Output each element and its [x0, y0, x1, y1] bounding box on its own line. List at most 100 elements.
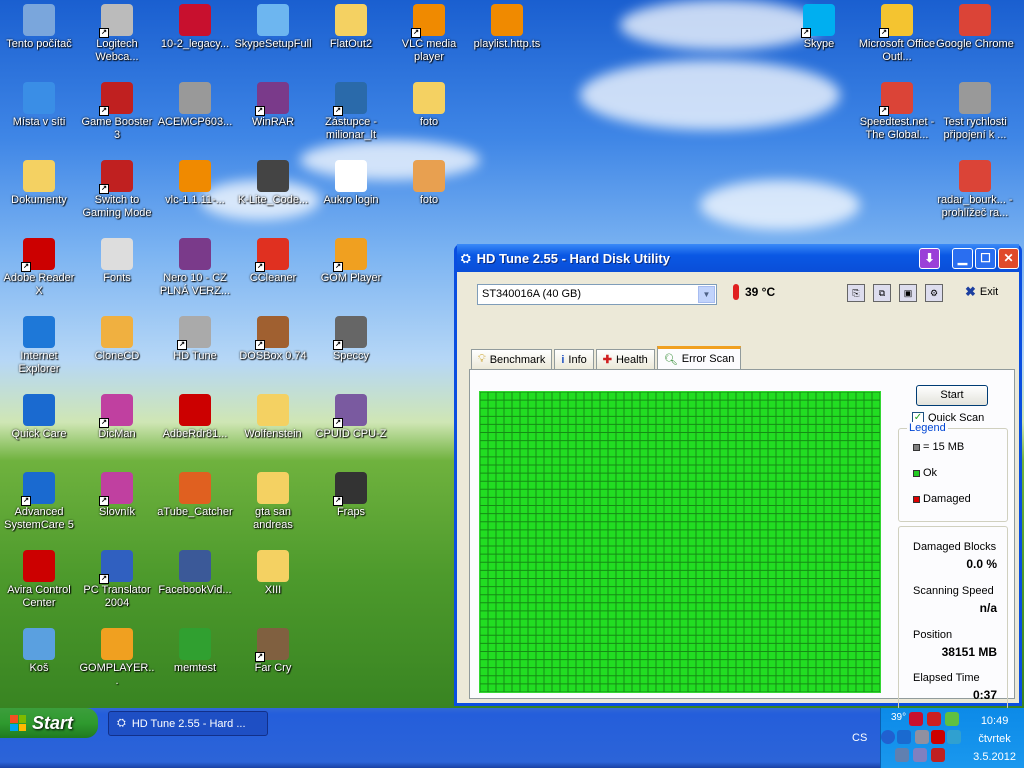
hdtune-app-icon: ⛭: [461, 250, 471, 265]
desktop-icon[interactable]: 10-2_legacy...: [156, 4, 234, 51]
avira-tray-icon[interactable]: [931, 730, 945, 744]
tab-info[interactable]: i Info: [554, 349, 594, 369]
desktop-icon[interactable]: vlc-1.1.11-...: [156, 160, 234, 207]
desktop-icon[interactable]: Google Chrome: [936, 4, 1014, 51]
chevron-down-icon[interactable]: ▼: [698, 286, 715, 303]
language-indicator[interactable]: CS: [852, 732, 867, 744]
desktop-icon[interactable]: memtest: [156, 628, 234, 675]
desktop-icon[interactable]: FlatOut2: [312, 4, 390, 51]
shortcut-arrow-icon: ↗: [333, 418, 343, 428]
desktop-icon[interactable]: Internet Explorer: [0, 316, 78, 376]
tab-health[interactable]: ✚ Health: [595, 349, 655, 369]
tab-benchmark[interactable]: 💡︎ Benchmark: [471, 349, 553, 369]
desktop-icon[interactable]: ↗ CCleaner: [234, 238, 312, 285]
desktop-icon[interactable]: K-Lite_Code...: [234, 160, 312, 207]
desktop-icon[interactable]: ↗ DOSBox 0.74: [234, 316, 312, 363]
desktop-icon[interactable]: ↗ HD Tune: [156, 316, 234, 363]
desktop-icon[interactable]: SkypeSetupFull: [234, 4, 312, 51]
desktop-icon[interactable]: ↗ Slovník: [78, 472, 156, 519]
network-tray-icon[interactable]: [947, 730, 961, 744]
desktop-icon[interactable]: CloneCD: [78, 316, 156, 363]
shortcut-arrow-icon: ↗: [99, 28, 109, 38]
checkmark-tray-icon[interactable]: [945, 712, 959, 726]
desktop-icon[interactable]: Quick Care: [0, 394, 78, 441]
desktop-icon[interactable]: Místa v síti: [0, 82, 78, 129]
desktop-icon[interactable]: foto: [390, 82, 468, 129]
quickcare-tray-icon[interactable]: [897, 730, 911, 744]
desktop-icon[interactable]: ↗ Speedtest.net - The Global...: [858, 82, 936, 142]
clock[interactable]: 10:49 čtvrtek 3.5.2012: [973, 712, 1016, 766]
copy-icon[interactable]: ⎘: [847, 284, 865, 302]
desktop-icon[interactable]: FacebookVid...: [156, 550, 234, 597]
ati-tray-icon[interactable]: [909, 712, 923, 726]
antivirus-tray-icon[interactable]: [927, 712, 941, 726]
desktop-icon[interactable]: ↗ Skype: [780, 4, 858, 51]
taskbar-item-hdtune[interactable]: ⛭ HD Tune 2.55 - Hard ...: [108, 711, 268, 736]
desktop-icon[interactable]: ↗ Zástupce - milionar_lt: [312, 82, 390, 142]
desktop-icon[interactable]: GOMPLAYER...: [78, 628, 156, 688]
desktop-icon[interactable]: AdbeRdr81...: [156, 394, 234, 441]
device-tray-icon[interactable]: [915, 730, 929, 744]
desktop-icon[interactable]: ↗ Fraps: [312, 472, 390, 519]
desktop-icon[interactable]: ↗ Microsoft Office Outl...: [858, 4, 936, 64]
desktop-icon[interactable]: Aukro login: [312, 160, 390, 207]
desktop-icon[interactable]: Fonts: [78, 238, 156, 285]
desktop-icon[interactable]: ↗ Adobe Reader X: [0, 238, 78, 298]
program-icon: [179, 82, 211, 114]
farcry-icon: ↗: [255, 628, 289, 662]
desktop-icon[interactable]: ↗ Switch to Gaming Mode: [78, 160, 156, 220]
shortcut-arrow-icon: ↗: [411, 28, 421, 38]
desktop-icon[interactable]: ↗ VLC media player: [390, 4, 468, 64]
copy-all-icon[interactable]: ⧉: [873, 284, 891, 302]
desktop-icon[interactable]: ↗ Game Booster 3: [78, 82, 156, 142]
fonts-icon: [101, 238, 133, 270]
desktop-icon[interactable]: playlist.http.ts: [468, 4, 546, 51]
chrome-icon: ↗: [879, 82, 913, 116]
dicman-icon: ↗: [99, 472, 133, 506]
desktop-icon[interactable]: Nero 10 - CZ PLNÁ VERZ...: [156, 238, 234, 298]
desktop-icon-label: Dokumenty: [11, 194, 67, 206]
desktop-icon[interactable]: radar_bourk... - prohlížeč ra...: [936, 160, 1014, 220]
maximize-button[interactable]: ☐: [975, 247, 996, 269]
desktop-icon[interactable]: Wolfenstein: [234, 394, 312, 441]
desktop-icon[interactable]: ↗ Logitech Webca...: [78, 4, 156, 64]
desktop-icon[interactable]: ↗ CPUID CPU-Z: [312, 394, 390, 441]
desktop-icon[interactable]: ↗ WinRAR: [234, 82, 312, 129]
shortcut-arrow-icon: ↗: [333, 262, 343, 272]
desktop-icon[interactable]: ↗ DicMan: [78, 394, 156, 441]
tab-error-scan[interactable]: 🔍︎ Error Scan: [656, 346, 742, 369]
window-titlebar[interactable]: ⛭ HD Tune 2.55 - Hard Disk Utility ⬇ ▁ ☐…: [457, 244, 1019, 272]
desktop-icon[interactable]: ACEMCP603...: [156, 82, 234, 129]
desktop-icon[interactable]: ↗ Advanced SystemCare 5: [0, 472, 78, 532]
desktop-icon-label: Slovník: [98, 506, 136, 518]
desktop-icon[interactable]: ↗ PC Translator 2004: [78, 550, 156, 610]
desktop-icon-label: HD Tune: [173, 350, 217, 362]
start-button[interactable]: Start: [916, 385, 988, 406]
desktop-icon[interactable]: Dokumenty: [0, 160, 78, 207]
save-icon[interactable]: ▣: [899, 284, 917, 302]
desktop-icon[interactable]: foto: [390, 160, 468, 207]
desktop-icon[interactable]: aTube_Catcher: [156, 472, 234, 519]
download-icon[interactable]: ⬇: [919, 247, 940, 269]
network-error-tray-icon[interactable]: [895, 748, 909, 762]
options-icon[interactable]: ⚙: [925, 284, 943, 302]
desktop-icon[interactable]: Koš: [0, 628, 78, 675]
desktop-icon[interactable]: ↗ GOM Player: [312, 238, 390, 285]
clock-date: 3.5.2012: [973, 751, 1016, 763]
desktop-icon[interactable]: ↗ Far Cry: [234, 628, 312, 675]
disk-select[interactable]: ST340016A (40 GB) ▼: [477, 284, 717, 305]
desktop-icon[interactable]: XIII: [234, 550, 312, 597]
chevron-left-icon[interactable]: [881, 730, 895, 744]
desktop-icon[interactable]: ↗ Speccy: [312, 316, 390, 363]
desktop-icon[interactable]: Tento počítač: [0, 4, 78, 51]
desktop-icon[interactable]: Test rychlosti připojení k ...: [936, 82, 1014, 142]
close-button[interactable]: ✕: [998, 247, 1019, 269]
minimize-button[interactable]: ▁: [952, 247, 973, 269]
desktop-icon-label: Skype: [803, 38, 835, 50]
desktop-icon[interactable]: gta san andreas: [234, 472, 312, 532]
shield-tray-icon[interactable]: [931, 748, 945, 762]
start-button-taskbar[interactable]: Start: [0, 708, 98, 738]
desktop-icon[interactable]: Avira Control Center: [0, 550, 78, 610]
volume-tray-icon[interactable]: [913, 748, 927, 762]
exit-button[interactable]: ✖ Exit: [965, 284, 998, 300]
